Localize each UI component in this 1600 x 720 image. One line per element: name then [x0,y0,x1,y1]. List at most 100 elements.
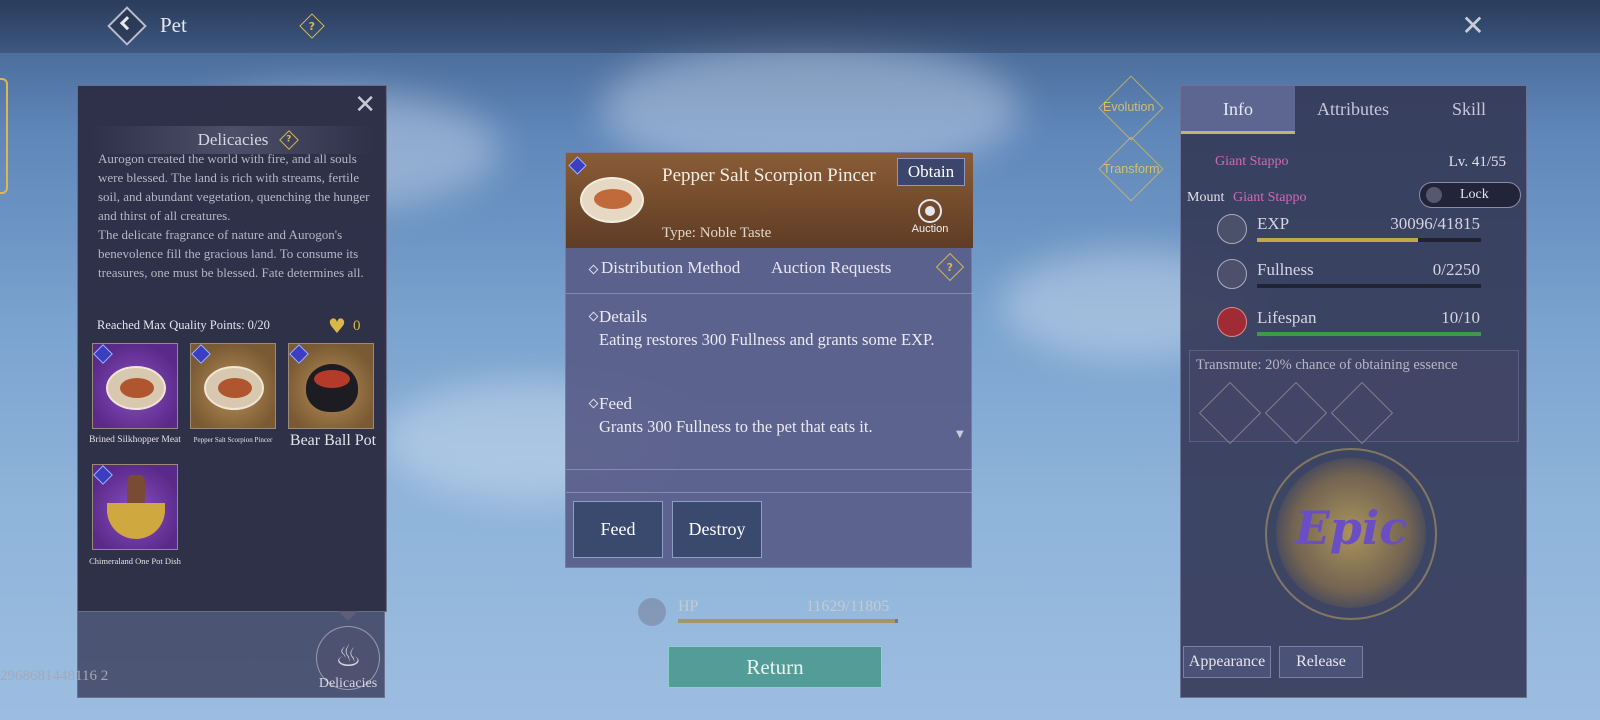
close-button[interactable]: ✕ [1458,11,1488,41]
distribution-value: Auction Requests [771,258,892,277]
tab-info[interactable]: Info [1181,86,1295,134]
hp-value: 11629/11805 [806,598,890,615]
obtain-button[interactable]: Obtain [897,158,965,186]
page-title: Pet [160,13,187,37]
lifespan-bar-fill [1257,332,1481,336]
lock-toggle[interactable]: Lock [1419,182,1521,208]
delicacies-popup: ✕ Delicacies ? Aurogon created the world… [77,85,387,612]
lock-label: Lock [1460,187,1489,202]
toggle-knob [1426,187,1442,203]
stat-name: Lifespan [1257,308,1317,327]
chef-icon: ♨ [335,639,362,674]
bullet-icon [588,398,599,409]
stat-name: EXP [1257,214,1290,233]
distribution-label: Distribution Method [601,258,741,277]
food-label: Pepper Salt Scorpion Pincer [193,436,273,444]
lifespan-heart-icon [1217,307,1247,337]
exp-bar-fill [1257,238,1419,242]
divider [566,469,973,470]
pet-name: Giant Stappo [1215,154,1289,169]
tab-attributes[interactable]: Attributes [1295,86,1411,134]
left-edge-tab[interactable] [0,78,8,194]
arrow-left-icon [119,16,135,31]
delicacies-button-label: Delicacies [318,676,378,691]
exp-bar [1257,238,1481,242]
hp-drop-icon [638,598,666,626]
transmute-text: Transmute: 20% chance of obtaining essen… [1196,357,1458,373]
item-detail-popup: Pepper Salt Scorpion Pincer Obtain Aucti… [565,152,973,568]
dish-icon [106,366,166,410]
food-item-chimeraland-pot[interactable] [92,464,178,550]
chevron-down-icon[interactable]: ▼ [956,429,964,440]
pet-info-panel: Info Attributes Skill Giant Stappo Lv. 4… [1180,85,1527,698]
auction-label: Auction [911,223,949,235]
rarity-gem-icon [93,465,113,485]
mount-name: Giant Stappo [1233,190,1307,205]
food-label: Chimeraland One Pot Dish [89,556,181,566]
essence-slot-icon[interactable] [1330,381,1394,445]
food-label: Brined Silkhopper Meat [89,435,181,445]
question-icon: ? [308,19,316,33]
item-name: Pepper Salt Scorpion Pincer [662,165,876,186]
description-paragraph: The delicate fragrance of nature and Aur… [98,227,364,280]
mount-label: Mount [1187,190,1225,205]
feed-button[interactable]: Feed [573,501,663,558]
bowl-icon [107,503,165,539]
essence-slot-icon[interactable] [1198,381,1262,445]
feed-body: Grants 300 Fullness to the pet that eats… [599,417,873,436]
evolution-label: Evolution [1103,100,1155,114]
heart-icon: ♥ [328,314,346,338]
fullness-bar [1257,284,1481,288]
appearance-button[interactable]: Appearance [1183,646,1271,678]
food-item-brined-silkhopper[interactable] [92,343,178,429]
top-bar: Pet ? ✕ [0,0,1600,53]
rarity-gem-icon [191,344,211,364]
stat-value: 30096/41815 [1390,214,1480,233]
fullness-icon [1217,259,1247,289]
item-type: Type: Noble Taste [662,225,772,241]
item-header: Pepper Salt Scorpion Pincer Obtain Aucti… [566,153,973,248]
rarity-gem-icon [93,344,113,364]
question-icon: ? [946,260,954,274]
rarity-gem-icon [568,156,587,175]
release-button[interactable]: Release [1279,646,1363,678]
help-button[interactable]: ? [935,252,965,282]
heart-count: 0 [353,318,361,334]
help-button[interactable]: ? [299,13,325,39]
description-paragraph: Aurogon created the world with fire, and… [98,151,370,223]
divider [566,293,973,294]
food-item-pepper-salt-scorpion[interactable] [190,343,276,429]
bullet-icon [588,264,599,275]
popup-pointer [338,611,358,621]
stat-name: Fullness [1257,260,1314,279]
stat-value: 10/10 [1441,308,1480,327]
bullet-icon [588,311,599,322]
destroy-button[interactable]: Destroy [672,501,762,558]
food-label: Bear Ball Pot [289,432,377,449]
hp-bar-fill [678,619,895,623]
auction-icon[interactable] [918,199,942,223]
food-item-bear-ball-pot[interactable] [288,343,374,429]
pet-level: Lv. 41/55 [1448,154,1506,170]
back-button[interactable] [107,6,147,46]
rarity-label: Epic [1294,501,1408,555]
feed-title: Feed [599,394,633,413]
quality-points: Reached Max Quality Points: 0/20 [97,318,270,332]
pot-icon [306,364,358,412]
question-icon: ? [286,134,292,145]
details-title: Details [599,307,648,326]
transmute-box: Transmute: 20% chance of obtaining essen… [1189,350,1519,445]
exp-icon [1217,214,1247,244]
essence-slot-icon[interactable] [1264,381,1328,445]
description: Aurogon created the world with fire, and… [98,149,376,282]
lifespan-bar [1257,332,1481,336]
transform-label: Transform [1103,162,1160,176]
popup-title-text: Delicacies [197,130,269,149]
close-icon[interactable]: ✕ [354,90,376,120]
tab-skill[interactable]: Skill [1411,86,1527,134]
hp-bar [678,619,898,623]
return-button[interactable]: Return [668,646,882,688]
dish-icon [204,366,264,410]
stat-value: 0/2250 [1432,260,1480,279]
popup-title: Delicacies [78,130,388,150]
